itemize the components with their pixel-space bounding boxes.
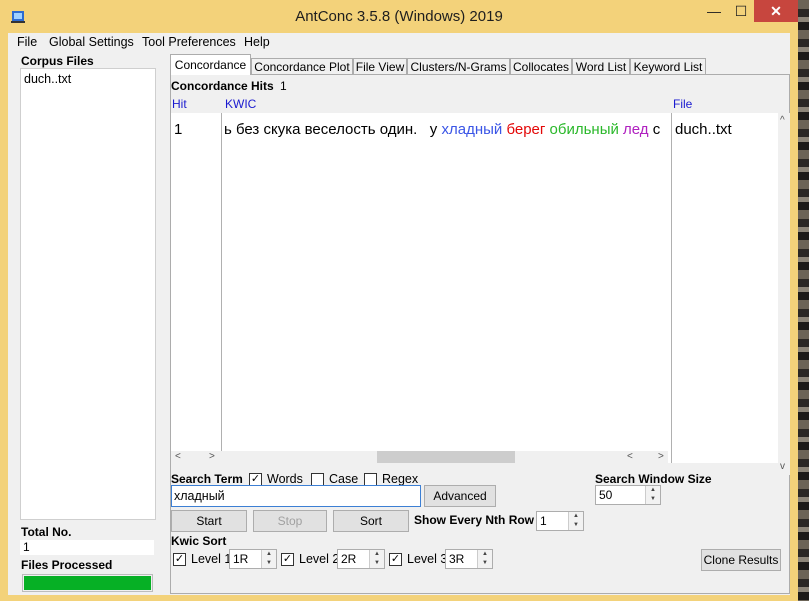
level2-value: 2R [341, 552, 357, 566]
antconc-window: AntConc 3.5.8 (Windows) 2019 — ☐ ✕ File … [0, 0, 798, 601]
advanced-button[interactable]: Advanced [424, 485, 496, 507]
nth-row-value: 1 [540, 514, 547, 528]
level2-stepper[interactable]: 2R ▲ ▼ [337, 549, 385, 569]
menu-file[interactable]: File [17, 35, 37, 49]
kwic-word-3r: лед [623, 121, 649, 138]
show-every-nth-row-label: Show Every Nth Row [414, 513, 535, 527]
file-column-header[interactable]: File [673, 97, 692, 111]
level3-stepper[interactable]: 3R ▲ ▼ [445, 549, 493, 569]
corpus-file-item[interactable]: duch..txt [24, 72, 71, 86]
client-area: File Global Settings Tool Preferences He… [8, 33, 790, 595]
desktop-background [798, 0, 809, 601]
level2-checkbox[interactable]: ✓ [281, 553, 294, 566]
total-files-label: Total No. [21, 525, 72, 539]
search-window-size-label: Search Window Size [595, 472, 712, 486]
kwic-right-tail: с [652, 121, 661, 138]
kwic-search-term: хладный [441, 121, 503, 138]
corpus-file-list[interactable]: duch..txt [20, 68, 156, 520]
spin-arrows-icon[interactable]: ▲ ▼ [645, 486, 660, 504]
search-window-size-stepper[interactable]: 50 ▲ ▼ [595, 485, 661, 505]
corpus-panel: Corpus Files duch..txt Total No. 1 Files… [20, 51, 156, 592]
kwic-horizontal-scrollbar[interactable]: < > < > [171, 451, 668, 463]
kwic-line[interactable]: ь без скука веселость один. у хладный бе… [224, 121, 660, 138]
concordance-results: 1 ь без скука веселость один. у хладный … [171, 113, 778, 463]
results-vertical-scrollbar[interactable]: ^ v [778, 113, 790, 475]
scroll-left-arrow-icon[interactable]: < [627, 451, 633, 463]
tab-clusters-ngrams[interactable]: Clusters/N-Grams [407, 58, 510, 75]
level2-label: Level 2 [299, 552, 340, 566]
tab-word-list[interactable]: Word List [572, 58, 630, 75]
minimize-button[interactable]: — [700, 0, 728, 22]
progress-fill [24, 576, 151, 590]
kwic-sort-label: Kwic Sort [171, 534, 227, 548]
stop-button[interactable]: Stop [253, 510, 327, 532]
file-column[interactable]: duch..txt [671, 113, 779, 463]
close-button[interactable]: ✕ [754, 0, 798, 22]
search-window-size-value: 50 [599, 488, 613, 502]
file-name: duch..txt [675, 121, 732, 138]
start-button[interactable]: Start [171, 510, 247, 532]
window-title: AntConc 3.5.8 (Windows) 2019 [295, 8, 503, 25]
tab-file-view[interactable]: File View [353, 58, 407, 75]
level3-value: 3R [449, 552, 465, 566]
scroll-thumb[interactable] [377, 451, 515, 463]
tab-keyword-list[interactable]: Keyword List [630, 58, 706, 75]
level1-checkbox[interactable]: ✓ [173, 553, 186, 566]
kwic-column[interactable]: ь без скука веселость один. у хладный бе… [224, 113, 668, 451]
title-bar[interactable]: AntConc 3.5.8 (Windows) 2019 — ☐ ✕ [0, 0, 798, 33]
spin-arrows-icon[interactable]: ▲ ▼ [477, 550, 492, 568]
tab-concordance[interactable]: Concordance [170, 54, 251, 75]
search-term-label: Search Term [171, 472, 243, 486]
concordance-hits-label: Concordance Hits [171, 79, 274, 93]
nth-row-stepper[interactable]: 1 ▲ ▼ [536, 511, 584, 531]
scroll-right-arrow-icon[interactable]: > [658, 451, 664, 463]
concordance-panel: Concordance Hits 1 Hit KWIC File 1 ь без… [170, 74, 790, 594]
menu-bar: File Global Settings Tool Preferences He… [8, 33, 790, 51]
hit-number: 1 [174, 121, 183, 138]
kwic-word-1r: берег [506, 121, 546, 138]
menu-help[interactable]: Help [244, 35, 270, 49]
tab-collocates[interactable]: Collocates [510, 58, 572, 75]
spin-arrows-icon[interactable]: ▲ ▼ [261, 550, 276, 568]
scroll-down-arrow-icon[interactable]: v [780, 461, 785, 473]
case-label: Case [329, 472, 359, 486]
level3-label: Level 3 [407, 552, 448, 566]
spin-arrows-icon[interactable]: ▲ ▼ [568, 512, 583, 530]
hit-column-header[interactable]: Hit [172, 97, 187, 111]
level1-stepper[interactable]: 1R ▲ ▼ [229, 549, 277, 569]
corpus-files-title: Corpus Files [21, 54, 94, 68]
kwic-word-2r: обильный [549, 121, 619, 138]
spin-arrows-icon[interactable]: ▲ ▼ [369, 550, 384, 568]
menu-global-settings[interactable]: Global Settings [49, 35, 134, 49]
level1-label: Level 1 [191, 552, 232, 566]
scroll-right-arrow-icon[interactable]: > [209, 451, 215, 463]
files-processed-label: Files Processed [21, 558, 113, 572]
kwic-column-header[interactable]: KWIC [225, 97, 256, 111]
level3-checkbox[interactable]: ✓ [389, 553, 402, 566]
concordance-hits-count: 1 [280, 79, 287, 93]
regex-label: Regex [382, 472, 419, 486]
level1-value: 1R [233, 552, 249, 566]
kwic-left-context: ь без скука веселость один. у [224, 121, 442, 138]
hit-column[interactable]: 1 [171, 113, 222, 451]
scroll-left-arrow-icon[interactable]: < [175, 451, 181, 463]
files-processed-progress [22, 574, 153, 592]
sort-button[interactable]: Sort [333, 510, 409, 532]
tool-tabs: Concordance Concordance Plot File View C… [170, 54, 790, 75]
menu-tool-preferences[interactable]: Tool Preferences [142, 35, 236, 49]
search-input[interactable]: хладный [171, 485, 421, 507]
maximize-button[interactable]: ☐ [728, 0, 754, 22]
tab-concordance-plot[interactable]: Concordance Plot [251, 58, 353, 75]
total-files-value: 1 [20, 540, 154, 555]
clone-results-button[interactable]: Clone Results [701, 549, 781, 571]
words-label: Words [267, 472, 303, 486]
scroll-up-arrow-icon[interactable]: ^ [780, 115, 785, 127]
